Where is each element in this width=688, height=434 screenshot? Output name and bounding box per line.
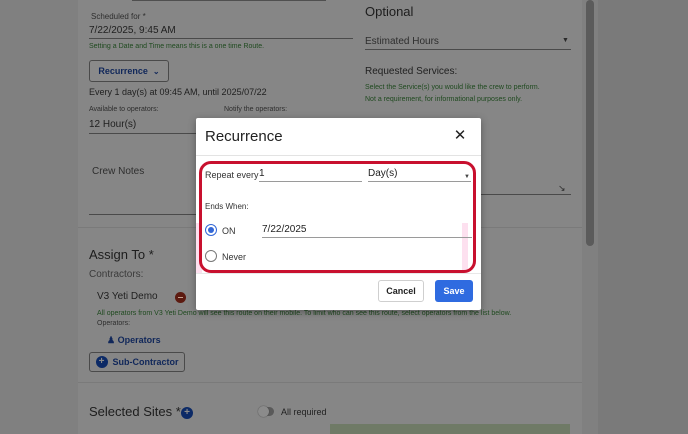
ends-never-label: Never bbox=[222, 252, 247, 262]
notify-label: Notify the operators: bbox=[224, 106, 288, 113]
ends-never-radio[interactable] bbox=[205, 250, 217, 262]
chevron-down-icon: ⌄ bbox=[152, 66, 160, 76]
contractor-name: V3 Yeti Demo bbox=[97, 291, 158, 302]
repeat-every-label: Repeat every bbox=[205, 170, 259, 180]
save-button[interactable]: Save bbox=[435, 280, 473, 302]
scheduled-for-input[interactable]: 7/22/2025, 9:45 AM bbox=[89, 25, 176, 36]
estimated-hours-select[interactable]: Estimated Hours bbox=[365, 36, 439, 47]
caret-down-icon: ▼ bbox=[464, 174, 470, 180]
close-icon[interactable]: ✕ bbox=[452, 128, 468, 144]
all-required-label: All required bbox=[281, 407, 327, 417]
repeat-every-input[interactable]: 1 bbox=[259, 168, 362, 182]
recurrence-summary: Every 1 day(s) at 09:45 AM, until 2025/0… bbox=[89, 87, 267, 97]
dialog-title: Recurrence bbox=[205, 128, 283, 145]
cancel-button[interactable]: Cancel bbox=[378, 280, 424, 302]
contractor-note: All operators from V3 Yeti Demo will see… bbox=[97, 310, 512, 317]
page-scrollbar-thumb[interactable] bbox=[586, 0, 594, 246]
requested-services-label: Requested Services: bbox=[365, 66, 458, 77]
available-select[interactable]: 12 Hour(s) bbox=[89, 119, 136, 130]
period-select[interactable]: Day(s) bbox=[368, 168, 471, 182]
ends-on-label: ON bbox=[222, 226, 236, 236]
selected-sites-title: Selected Sites * bbox=[89, 404, 181, 419]
remove-contractor-icon[interactable] bbox=[175, 292, 186, 303]
users-icon: ♟ bbox=[107, 335, 116, 345]
scheduled-for-label: Scheduled for * bbox=[91, 12, 146, 21]
resize-handle-icon[interactable]: ↘ bbox=[558, 183, 566, 194]
dialog-header: Recurrence ✕ bbox=[196, 118, 481, 156]
ends-on-radio[interactable] bbox=[205, 224, 217, 236]
left-backdrop bbox=[0, 0, 78, 434]
recurrence-dialog: Recurrence ✕ Repeat every 1 Day(s) ▼ End… bbox=[196, 118, 481, 310]
operators-label: Operators: bbox=[97, 320, 131, 327]
subcontractor-button[interactable]: + Sub-Contractor bbox=[89, 352, 185, 372]
crew-notes-label: Crew Notes bbox=[92, 166, 145, 177]
operators-button[interactable]: ♟ Operators bbox=[107, 335, 161, 346]
services-note-2: Not a requirement, for informational pur… bbox=[365, 96, 523, 103]
assign-to-title: Assign To * bbox=[89, 247, 154, 262]
sites-map[interactable] bbox=[330, 424, 570, 434]
right-backdrop bbox=[598, 0, 688, 434]
end-date-input[interactable]: 7/22/2025 bbox=[262, 224, 472, 238]
recurrence-button[interactable]: Recurrence ⌄ bbox=[89, 60, 169, 82]
services-note-1: Select the Service(s) you would like the… bbox=[365, 84, 540, 91]
plus-circle-icon: + bbox=[95, 356, 108, 368]
caret-down-icon: ▼ bbox=[562, 37, 569, 44]
one-time-note: Setting a Date and Time means this is a … bbox=[89, 43, 265, 50]
ends-when-label: Ends When: bbox=[205, 202, 249, 211]
all-required-toggle[interactable] bbox=[258, 406, 274, 417]
optional-title: Optional bbox=[365, 4, 414, 19]
add-site-icon[interactable]: + bbox=[181, 407, 193, 419]
contractors-label: Contractors: bbox=[89, 269, 144, 280]
available-label: Available to operators: bbox=[89, 106, 159, 113]
